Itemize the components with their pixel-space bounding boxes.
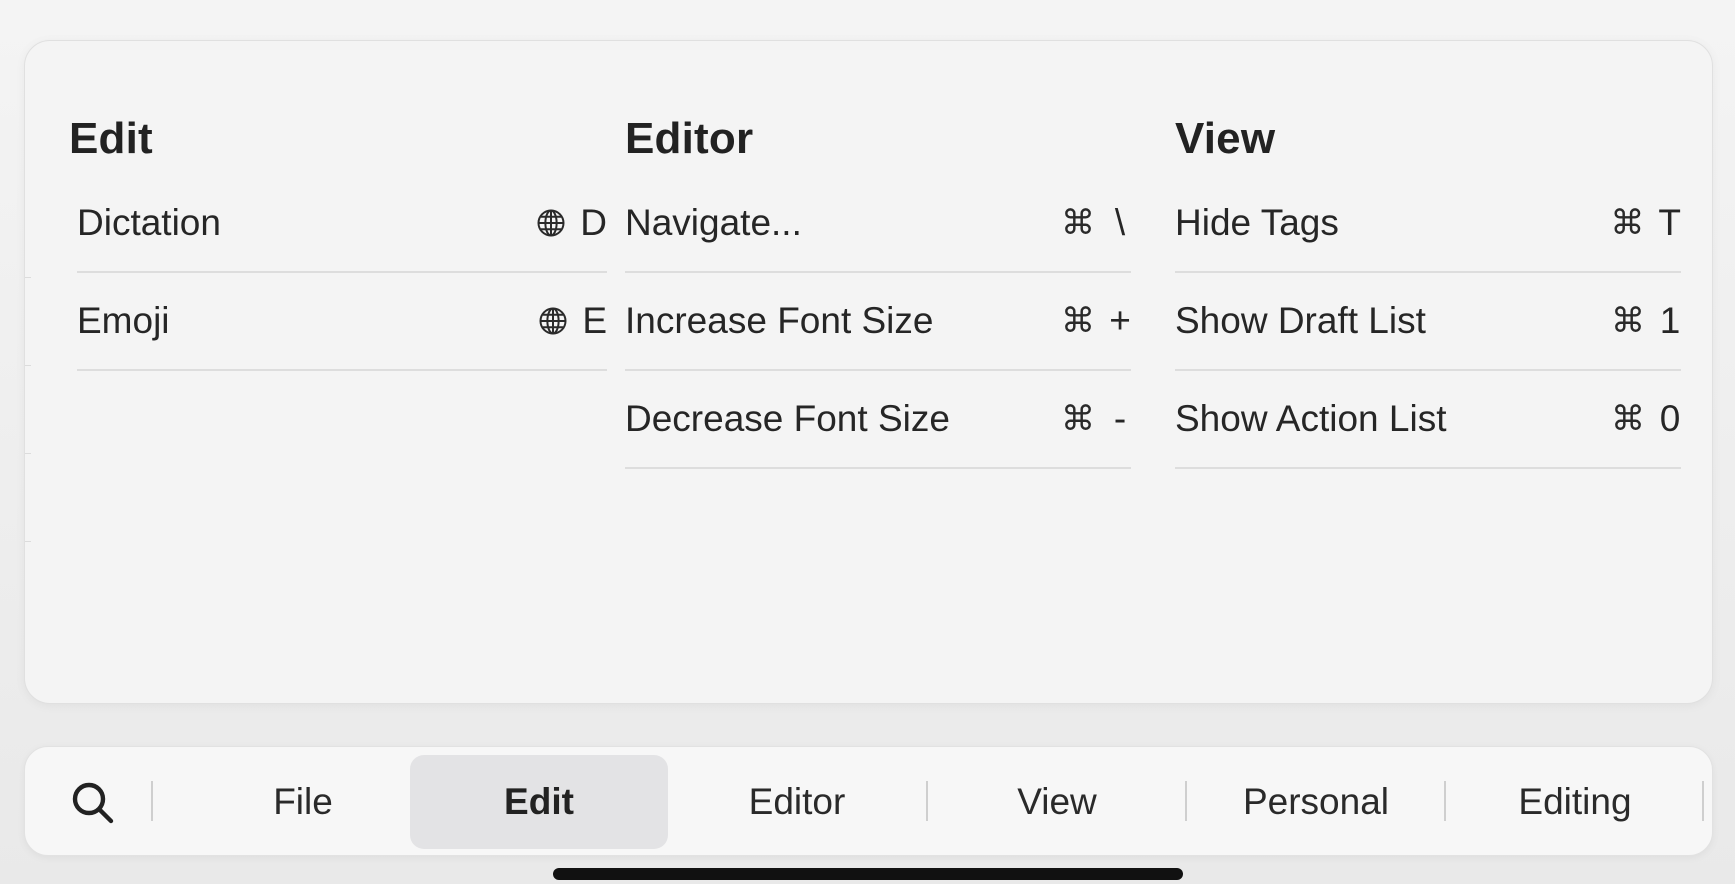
shortcut-row-show-action-list[interactable]: Show Action List ⌘ 0 bbox=[1175, 371, 1681, 469]
shortcut-panel: Edit Dictation D Emoji E Editor Navigate… bbox=[24, 40, 1713, 704]
command-icon: ⌘ bbox=[1061, 400, 1095, 438]
shortcut-row-emoji[interactable]: Emoji E bbox=[77, 273, 607, 371]
globe-icon bbox=[539, 307, 567, 335]
shortcut-row-show-draft-list[interactable]: Show Draft List ⌘ 1 bbox=[1175, 273, 1681, 371]
column-editor: Editor Navigate... ⌘ \ Increase Font Siz… bbox=[625, 103, 1131, 469]
shortcut-label: Show Draft List bbox=[1175, 300, 1426, 341]
shortcut-keys: ⌘ 1 bbox=[1611, 300, 1681, 342]
shortcut-key: - bbox=[1113, 398, 1127, 439]
shortcut-label: Dictation bbox=[77, 202, 221, 243]
tab-file[interactable]: File bbox=[174, 755, 432, 849]
shortcut-label: Hide Tags bbox=[1175, 202, 1339, 243]
command-icon: ⌘ bbox=[1061, 302, 1095, 340]
shortcut-key: T bbox=[1658, 202, 1681, 243]
search-icon[interactable] bbox=[69, 779, 117, 827]
column-title: Editor bbox=[625, 114, 754, 163]
tab-editor[interactable]: Editor bbox=[668, 755, 926, 849]
shortcut-keys: ⌘ - bbox=[1061, 398, 1131, 440]
shortcut-row-increase-font-size[interactable]: Increase Font Size ⌘ + bbox=[625, 273, 1131, 371]
command-icon: ⌘ bbox=[1611, 302, 1645, 340]
shortcut-keys: E bbox=[538, 300, 607, 342]
shortcut-key: \ bbox=[1114, 202, 1126, 243]
shortcut-keys: ⌘ T bbox=[1610, 202, 1681, 244]
shortcut-row-dictation[interactable]: Dictation D bbox=[77, 175, 607, 273]
shortcut-row-decrease-font-size[interactable]: Decrease Font Size ⌘ - bbox=[625, 371, 1131, 469]
command-icon: ⌘ bbox=[1610, 204, 1645, 242]
shortcut-label: Decrease Font Size bbox=[625, 398, 950, 439]
column-title: Edit bbox=[69, 114, 153, 163]
shortcut-key: 0 bbox=[1659, 398, 1681, 439]
shortcut-label: Navigate... bbox=[625, 202, 802, 243]
tab-edit[interactable]: Edit bbox=[410, 755, 668, 849]
shortcut-row-hide-tags[interactable]: Hide Tags ⌘ T bbox=[1175, 175, 1681, 273]
previous-column-edge bbox=[25, 41, 33, 703]
shortcut-keys: D bbox=[536, 202, 607, 244]
column-view: View Hide Tags ⌘ T Show Draft List ⌘ 1 S… bbox=[1175, 103, 1681, 469]
column-title: View bbox=[1175, 114, 1276, 163]
shortcut-key: E bbox=[582, 300, 607, 341]
tab-separator bbox=[151, 781, 153, 821]
shortcut-label: Increase Font Size bbox=[625, 300, 934, 341]
shortcut-label: Show Action List bbox=[1175, 398, 1447, 439]
shortcut-keys: ⌘ 0 bbox=[1611, 398, 1681, 440]
screen: Edit Dictation D Emoji E Editor Navigate… bbox=[0, 0, 1735, 884]
shortcut-row-navigate[interactable]: Navigate... ⌘ \ bbox=[625, 175, 1131, 273]
shortcut-key: 1 bbox=[1659, 300, 1681, 341]
globe-icon bbox=[537, 209, 565, 237]
menu-tab-bar: File Edit Editor View Personal Editing bbox=[24, 746, 1713, 856]
shortcut-label: Emoji bbox=[77, 300, 170, 341]
command-icon: ⌘ bbox=[1061, 204, 1095, 242]
shortcut-keys: ⌘ + bbox=[1061, 300, 1131, 342]
shortcut-keys: ⌘ \ bbox=[1061, 202, 1131, 244]
command-icon: ⌘ bbox=[1611, 400, 1645, 438]
shortcut-key: + bbox=[1109, 300, 1131, 341]
column-edit: Edit Dictation D Emoji E bbox=[69, 103, 607, 371]
tab-view[interactable]: View bbox=[928, 755, 1186, 849]
tab-personal[interactable]: Personal bbox=[1187, 755, 1445, 849]
home-indicator bbox=[553, 868, 1183, 880]
tab-editing[interactable]: Editing bbox=[1446, 755, 1704, 849]
tab-separator bbox=[1702, 781, 1704, 821]
shortcut-key: D bbox=[580, 202, 607, 243]
